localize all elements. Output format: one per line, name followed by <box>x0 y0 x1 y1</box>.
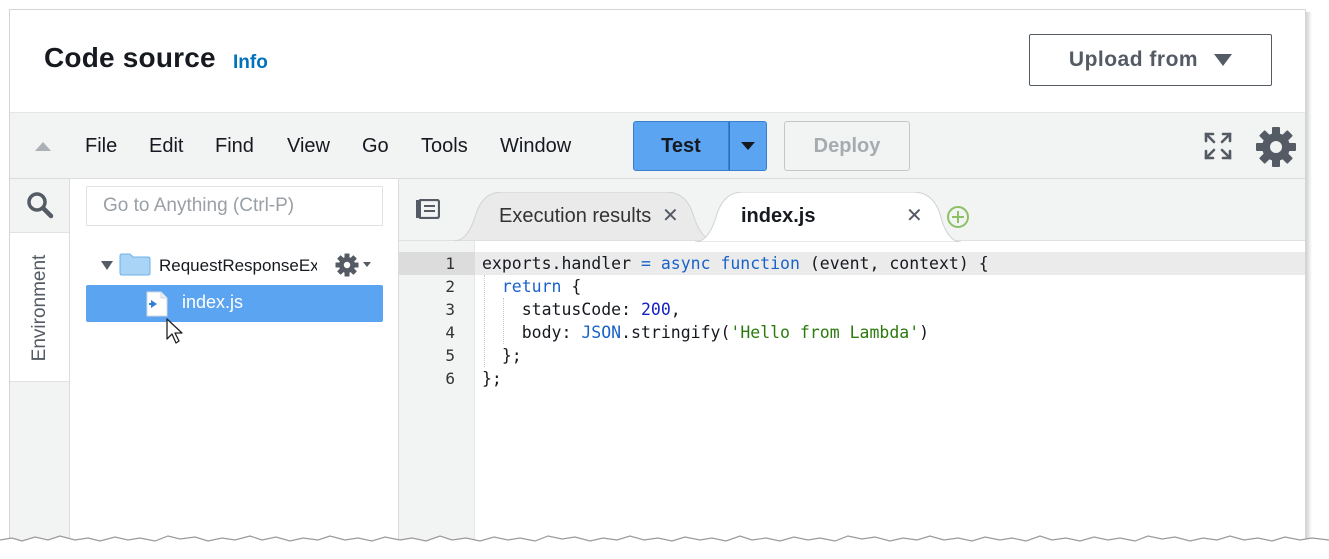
test-button[interactable]: Test <box>633 121 729 171</box>
tab-label: Execution results <box>499 205 652 227</box>
upload-from-label: Upload from <box>1068 48 1199 71</box>
menu-view[interactable]: View <box>287 135 330 158</box>
line-number: 5 <box>445 346 455 365</box>
page-title: Code source <box>44 42 216 73</box>
code-line-1: exports.handler = async function (event,… <box>482 254 989 273</box>
search-icon <box>27 192 54 219</box>
code-line-2: return { <box>501 277 582 296</box>
tree-file-row-selected[interactable]: index.js <box>86 285 383 322</box>
mouse-cursor-icon <box>166 318 183 344</box>
test-dropdown-button[interactable] <box>729 121 767 171</box>
ide-menubar: File Edit Find View Go Tools Window Test… <box>10 113 1305 179</box>
fullscreen-icon[interactable] <box>1203 131 1233 161</box>
line-number: 1 <box>445 254 455 273</box>
upload-from-button[interactable]: Upload from <box>1029 34 1272 86</box>
tab-label: index.js <box>741 205 816 227</box>
tree-folder-row[interactable]: RequestResponseEx <box>70 251 398 281</box>
expand-triangle-icon[interactable] <box>101 261 113 270</box>
line-number: 3 <box>445 300 455 319</box>
ide-left-strip: Environment <box>10 179 70 559</box>
menu-edit[interactable]: Edit <box>149 135 183 158</box>
folder-icon <box>119 253 151 276</box>
code-line-5: }; <box>501 346 522 365</box>
code-line-4: body: JSON.stringify('Hello from Lambda'… <box>521 323 930 342</box>
close-icon[interactable]: ✕ <box>662 203 679 228</box>
tab-list-icon[interactable] <box>416 199 440 219</box>
file-js-icon <box>146 291 168 317</box>
menu-file[interactable]: File <box>85 135 117 158</box>
line-number: 4 <box>445 323 455 342</box>
menu-window[interactable]: Window <box>500 135 571 158</box>
environment-tab-label: Environment <box>29 254 50 362</box>
tab-execution-results[interactable]: Execution results ✕ <box>454 192 716 241</box>
menu-tools[interactable]: Tools <box>421 135 468 158</box>
code-line-3: statusCode: 200, <box>521 300 681 319</box>
add-tab-icon[interactable] <box>946 205 970 229</box>
folder-name: RequestResponseEx <box>159 256 317 275</box>
go-to-anything-input[interactable] <box>86 186 383 226</box>
collapse-up-icon[interactable] <box>35 142 51 151</box>
editor-tab-bar: Execution results ✕ index.js ✕ <box>399 179 1305 242</box>
environment-tab[interactable]: Environment <box>10 232 69 382</box>
search-toggle[interactable] <box>10 179 70 231</box>
gear-icon[interactable] <box>335 253 359 277</box>
caret-down-icon <box>741 142 755 150</box>
code-area[interactable]: 1 2 3 4 5 6 exports.handler = async func… <box>399 241 1305 559</box>
frame-shadow <box>1306 12 1312 547</box>
menu-find[interactable]: Find <box>215 135 254 158</box>
caret-down-icon[interactable] <box>363 262 371 267</box>
close-icon[interactable]: ✕ <box>906 203 923 228</box>
caret-down-icon <box>1214 54 1233 66</box>
line-number: 6 <box>445 369 455 388</box>
line-number: 2 <box>445 277 455 296</box>
tab-index-js[interactable]: index.js ✕ <box>695 192 961 242</box>
code-editor: Execution results ✕ index.js ✕ 1 2 3 4 5… <box>399 179 1305 559</box>
info-link[interactable]: Info <box>233 52 268 74</box>
torn-edge-decoration <box>0 535 1329 559</box>
file-name: index.js <box>182 292 244 312</box>
menu-go[interactable]: Go <box>362 135 389 158</box>
deploy-button[interactable]: Deploy <box>784 121 910 171</box>
code-line-6: }; <box>482 369 502 388</box>
panel-header: Code source Info Upload from <box>10 10 1305 113</box>
gear-icon[interactable] <box>1255 126 1297 168</box>
file-tree-panel: RequestResponseEx <box>70 179 399 559</box>
code-source-panel: Code source Info Upload from File Edit F… <box>9 9 1306 559</box>
